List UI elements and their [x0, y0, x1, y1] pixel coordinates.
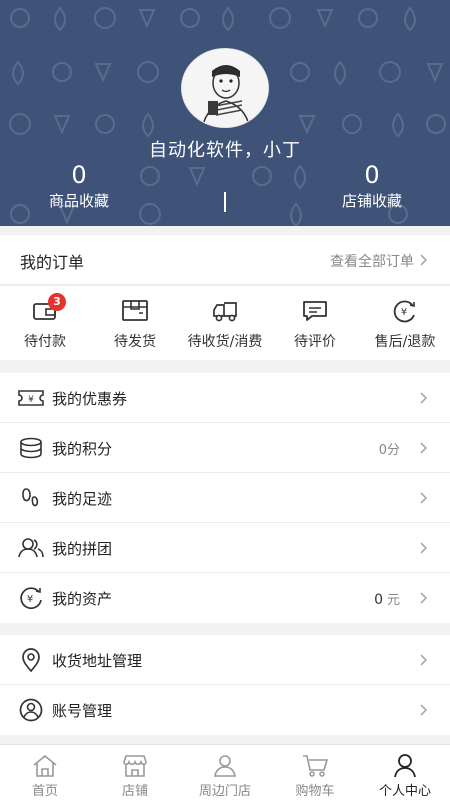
my-orders-title: 我的订单: [20, 253, 85, 272]
order-status-row: 3 待付款 待发货 待收货/消费 待评价 ¥ 售后/退款: [0, 286, 450, 360]
tab-label: 店铺: [121, 784, 148, 799]
menu-item-label: 我的拼团: [52, 540, 113, 558]
coupon-icon: ¥: [18, 390, 44, 406]
menu-item-points[interactable]: 我的积分 0分: [0, 423, 450, 473]
menu-item-label: 我的积分: [52, 440, 113, 458]
menu-item-label: 我的资产: [52, 590, 113, 608]
assets-amount: 0: [374, 592, 383, 608]
tab-cart[interactable]: 购物车: [270, 745, 360, 800]
tab-nearby-stores[interactable]: 周边门店: [180, 745, 270, 800]
assets-icon: ¥: [20, 587, 42, 610]
svg-text:¥: ¥: [28, 395, 34, 405]
menu-item-group-buy[interactable]: 我的拼团: [0, 523, 450, 573]
chevron-right-icon: [420, 392, 428, 404]
settings-menu: 收货地址管理 账号管理: [0, 635, 450, 735]
menu-item-label: 收货地址管理: [52, 652, 143, 670]
tab-store[interactable]: 店铺: [90, 745, 180, 800]
refund-icon: ¥: [393, 300, 415, 323]
footprint-icon: [22, 488, 39, 507]
order-status-to-review[interactable]: 待评价: [270, 286, 360, 360]
order-status-to-receive[interactable]: 待收货/消费: [180, 286, 270, 360]
avatar-sketch-image: [182, 49, 268, 127]
tab-home[interactable]: 首页: [0, 745, 90, 800]
chevron-right-icon: [420, 704, 428, 716]
benefits-menu: ¥ 我的优惠券 我的积分 0分 我的足迹 我的拼团 ¥ 我的资产 0元: [0, 373, 450, 623]
chevron-right-icon: [420, 592, 428, 604]
tab-profile[interactable]: 个人中心: [360, 745, 450, 800]
assets-unit: 元: [386, 593, 400, 608]
person-icon: [394, 754, 416, 778]
group-users-icon: [18, 538, 44, 558]
comment-icon: [303, 301, 327, 321]
chevron-right-icon: [420, 254, 428, 266]
pending-payment-badge: 3: [48, 293, 66, 311]
menu-item-assets[interactable]: ¥ 我的资产 0元: [0, 573, 450, 623]
order-status-label: 售后/退款: [374, 334, 436, 350]
menu-item-coupons[interactable]: ¥ 我的优惠券: [0, 373, 450, 423]
product-favorites-count: 0: [71, 161, 87, 189]
assets-value: 0元: [374, 589, 400, 608]
menu-item-account[interactable]: 账号管理: [0, 685, 450, 735]
store-favorites[interactable]: 0 店铺收藏: [327, 160, 417, 212]
coins-stack-icon: [20, 437, 42, 459]
svg-text:¥: ¥: [27, 594, 33, 605]
avatar[interactable]: [181, 48, 269, 128]
bottom-tab-bar: 首页 店铺 周边门店 购物车 个人中心: [0, 744, 450, 800]
home-icon: [33, 754, 57, 777]
location-pin-icon: [22, 648, 40, 672]
store-favorites-count: 0: [364, 161, 380, 189]
points-value: 0分: [378, 443, 400, 458]
order-status-to-ship[interactable]: 待发货: [90, 286, 180, 360]
user-nickname: 自动化软件，小丁: [149, 140, 301, 161]
delivery-truck-icon: [213, 302, 237, 322]
my-orders-header[interactable]: 我的订单 查看全部订单: [0, 235, 450, 285]
order-status-pending-payment[interactable]: 3 待付款: [0, 286, 90, 360]
menu-item-label: 账号管理: [52, 702, 113, 720]
product-favorites[interactable]: 0 商品收藏: [34, 160, 124, 212]
view-all-orders-link[interactable]: 查看全部订单: [330, 251, 414, 271]
chevron-right-icon: [420, 654, 428, 666]
profile-header: 自动化软件，小丁 0 商品收藏 0 店铺收藏: [0, 0, 450, 226]
chevron-right-icon: [420, 542, 428, 554]
tab-label: 周边门店: [198, 784, 251, 799]
order-status-refund[interactable]: ¥ 售后/退款: [360, 286, 450, 360]
menu-item-address[interactable]: 收货地址管理: [0, 635, 450, 685]
tab-label: 首页: [31, 784, 58, 799]
store-favorites-label: 店铺收藏: [341, 192, 402, 210]
account-icon: [19, 698, 43, 722]
store-icon: [123, 755, 147, 777]
svg-text:¥: ¥: [401, 307, 407, 318]
product-favorites-label: 商品收藏: [48, 192, 109, 210]
favorites-divider: [224, 192, 226, 212]
menu-item-footprints[interactable]: 我的足迹: [0, 473, 450, 523]
menu-item-label: 我的优惠券: [52, 390, 128, 408]
package-icon: [122, 300, 148, 321]
chevron-right-icon: [420, 492, 428, 504]
chevron-right-icon: [420, 442, 428, 454]
tab-label: 个人中心: [378, 784, 431, 799]
cart-icon: [303, 755, 329, 777]
tab-label: 购物车: [295, 784, 335, 799]
nearby-stores-icon: [214, 755, 236, 777]
menu-item-label: 我的足迹: [52, 490, 113, 508]
